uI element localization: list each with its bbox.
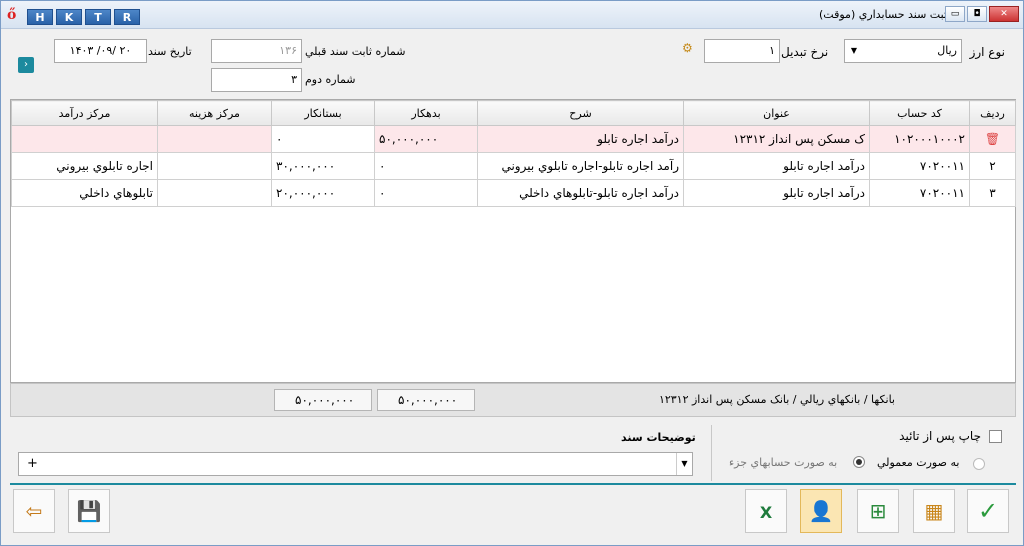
prev-fixed-number-label: شماره ثابت سند قبلي <box>305 45 406 58</box>
print-after-confirm-label: چاپ پس از تائيد <box>899 429 981 443</box>
doc-description-label: توضيحات سند <box>621 431 696 444</box>
cell-row-number[interactable]: ۲ <box>969 152 1016 180</box>
cell-income-center[interactable] <box>11 125 158 153</box>
user-icon: 👤 <box>808 499 834 523</box>
hotkey-r-button[interactable]: R <box>114 9 140 25</box>
restore-icon[interactable]: ◘ <box>967 6 987 22</box>
account-path: بانکها / بانکهاي ريالي / بانک مسکن پس ان… <box>658 393 895 406</box>
exchange-rate-label: نرخ تبديل <box>781 45 829 59</box>
print-after-confirm-checkbox[interactable] <box>989 430 1002 443</box>
exit-door-icon: ⇦ <box>25 499 43 523</box>
cell-income-center[interactable]: اجاره تابلوي بيروني <box>11 152 158 180</box>
hotkey-t-button[interactable]: T <box>85 9 111 25</box>
second-number-input[interactable]: ۳ <box>211 68 302 92</box>
col-row-number[interactable]: رديف <box>969 100 1016 126</box>
doc-date-label: تاريخ سند <box>148 45 192 58</box>
radio-normal-label: به صورت معمولي <box>877 456 960 469</box>
table-row[interactable]: 🗑 ۱۰۲۰۰۰۱۰۰۰۲ ک مسکن پس انداز ۱۲۳۱۲ درآم… <box>11 125 1016 153</box>
title-bar: ő H K T R ثبت سند حسابداري (موقت) ▭ ◘ ✕ <box>1 1 1023 29</box>
cell-desc[interactable]: درآمد اجاره تابلو <box>477 125 684 153</box>
table-row[interactable]: ۲ ۷۰۲۰۰۱۱ درآمد اجاره تابلو رآمد اجاره ت… <box>11 152 1016 180</box>
exit-button[interactable]: ⇦ <box>13 489 55 533</box>
cell-credit[interactable]: ۲۰,۰۰۰,۰۰۰ <box>271 179 375 207</box>
col-account-code[interactable]: کد حساب <box>869 100 970 126</box>
options-divider <box>711 425 712 481</box>
cell-debit[interactable]: ۰ <box>374 179 478 207</box>
chevron-down-icon: ▼ <box>850 46 858 55</box>
cell-cost-center[interactable] <box>157 152 272 180</box>
voucher-window: ő H K T R ثبت سند حسابداري (موقت) ▭ ◘ ✕ … <box>0 0 1024 546</box>
help-person-icon[interactable]: ⚙ <box>682 41 700 61</box>
row-delete-cell[interactable]: 🗑 <box>969 125 1016 153</box>
total-debit: ۵۰,۰۰۰,۰۰۰ <box>377 389 475 411</box>
cell-credit[interactable]: ۰ <box>271 125 375 153</box>
toolbar-separator <box>10 483 1016 485</box>
cell-row-number[interactable]: ۳ <box>969 179 1016 207</box>
doc-description-input[interactable]: + ▼ <box>18 452 693 476</box>
col-debit[interactable]: بدهکار <box>374 100 478 126</box>
save-clock-icon: 💾 <box>76 499 102 523</box>
cell-code[interactable]: ۷۰۲۰۰۱۱ <box>869 152 970 180</box>
table-row[interactable]: ۳ ۷۰۲۰۰۱۱ درآمد اجاره تابلو درآمد اجاره … <box>11 179 1016 207</box>
window-title: ثبت سند حسابداري (موقت) <box>819 8 947 21</box>
col-description[interactable]: شرح <box>477 100 684 126</box>
report-button[interactable]: ▦ <box>913 489 955 533</box>
currency-type-label: نوع ارز <box>969 45 1005 59</box>
save-draft-button[interactable]: 💾 <box>68 489 110 533</box>
radio-normal[interactable] <box>853 456 865 468</box>
prev-fixed-number-input[interactable]: ۱۳۶ <box>211 39 302 63</box>
col-title[interactable]: عنوان <box>683 100 870 126</box>
next-arrow-icon[interactable]: › <box>18 57 34 73</box>
total-credit: ۵۰,۰۰۰,۰۰۰ <box>274 389 372 411</box>
trash-icon[interactable]: 🗑 <box>985 132 1000 146</box>
second-number-label: شماره دوم <box>305 73 356 86</box>
user-button[interactable]: 👤 <box>800 489 842 533</box>
currency-value: ريال <box>937 44 957 57</box>
cell-title[interactable]: درآمد اجاره تابلو <box>683 179 870 207</box>
cell-credit[interactable]: ۳۰,۰۰۰,۰۰۰ <box>271 152 375 180</box>
hotkey-tabs: H K T R <box>27 9 140 25</box>
col-income-center[interactable]: مرکز درآمد <box>11 100 158 126</box>
window-controls: ▭ ◘ ✕ <box>945 6 1019 22</box>
col-credit[interactable]: بستانکار <box>271 100 375 126</box>
totals-bar: بانکها / بانکهاي ريالي / بانک مسکن پس ان… <box>10 383 1016 417</box>
excel-icon: X <box>759 503 773 522</box>
cell-debit[interactable]: ۰ <box>374 152 478 180</box>
cell-desc[interactable]: رآمد اجاره تابلو-اجاره تابلوي بيروني <box>477 152 684 180</box>
app-logo-icon: ő <box>7 7 17 23</box>
currency-select[interactable]: ريال ▼ <box>844 39 962 63</box>
grid-header-row: رديف کد حساب عنوان شرح بدهکار بستانکار م… <box>11 100 1016 126</box>
confirm-button[interactable]: ✓ <box>967 489 1009 533</box>
cell-desc[interactable]: درآمد اجاره تابلو-تابلوهاي داخلي <box>477 179 684 207</box>
add-list-icon: ⊞ <box>869 499 887 523</box>
cell-debit[interactable]: ۵۰,۰۰۰,۰۰۰ <box>374 125 478 153</box>
cell-income-center[interactable]: تابلوهاي داخلي <box>11 179 158 207</box>
hotkey-h-button[interactable]: H <box>27 9 53 25</box>
cell-code[interactable]: ۷۰۲۰۰۱۱ <box>869 179 970 207</box>
close-icon[interactable]: ✕ <box>989 6 1019 22</box>
cell-title[interactable]: ک مسکن پس انداز ۱۲۳۱۲ <box>683 125 870 153</box>
doc-description-value: + <box>27 456 38 471</box>
checkmark-icon: ✓ <box>977 497 999 525</box>
export-excel-button[interactable]: X <box>745 489 787 533</box>
col-cost-center[interactable]: مرکز هزينه <box>157 100 272 126</box>
radio-partial-accounts[interactable] <box>973 458 985 470</box>
chevron-down-icon[interactable]: ▼ <box>676 453 692 475</box>
report-icon: ▦ <box>924 499 944 523</box>
hotkey-k-button[interactable]: K <box>56 9 82 25</box>
voucher-grid[interactable]: رديف کد حساب عنوان شرح بدهکار بستانکار م… <box>10 99 1016 383</box>
minimize-icon[interactable]: ▭ <box>945 6 965 22</box>
cell-title[interactable]: درآمد اجاره تابلو <box>683 152 870 180</box>
add-row-button[interactable]: ⊞ <box>857 489 899 533</box>
cell-cost-center[interactable] <box>157 125 272 153</box>
exchange-rate-input[interactable]: ۱ <box>704 39 780 63</box>
cell-cost-center[interactable] <box>157 179 272 207</box>
cell-code[interactable]: ۱۰۲۰۰۰۱۰۰۰۲ <box>869 125 970 153</box>
doc-date-input[interactable]: ۱۴۰۳ /۰۹/ ۲۰ <box>54 39 147 63</box>
radio-partial-label: به صورت حسابهاي جزء <box>729 456 838 469</box>
